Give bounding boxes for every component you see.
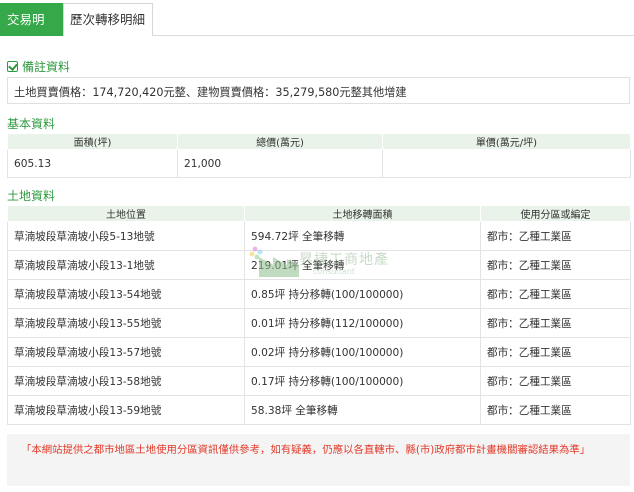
column-header: 土地移轉面積 — [244, 205, 481, 222]
land-location-cell: 草湳坡段草湳坡小段13-59地號 — [7, 395, 245, 425]
land-section-title: 土地資料 — [7, 189, 56, 203]
remark-text: 土地買賣價格：174,720,420元整、建物買賣價格：35,279,580元整… — [14, 86, 407, 99]
zoning-cell: 都市：乙種工業區 — [480, 337, 631, 367]
total-price-cell: 21,000 — [177, 149, 383, 178]
table-row: 草湳坡段草湳坡小段13-57地號 0.02坪 持分移轉(100/100000) … — [7, 337, 631, 367]
tab-bar: 交易明細 歷次轉移明細 — [0, 0, 634, 58]
table-header-row: 面積(坪) 總價(萬元) 單價(萬元/坪) — [7, 133, 631, 150]
land-location-cell: 草湳坡段草湳坡小段13-55地號 — [7, 308, 245, 338]
unit-price-cell — [382, 149, 631, 178]
transfer-area-cell: 219.01坪 全筆移轉 — [244, 250, 481, 280]
table-row: 草湳坡段草湳坡小段5-13地號 594.72坪 全筆移轉 都市：乙種工業區 — [7, 221, 631, 251]
zoning-cell: 都市：乙種工業區 — [480, 279, 631, 309]
table-row: 草湳坡段草湳坡小段13-58地號 0.17坪 持分移轉(100/100000) … — [7, 366, 631, 396]
zoning-disclaimer: 「本網站提供之都市地區土地使用分區資訊僅供參考，如有疑義，仍應以各直轄市、縣(市… — [7, 434, 630, 486]
transfer-area-cell: 0.85坪 持分移轉(100/100000) — [244, 279, 481, 309]
zoning-cell: 都市：乙種工業區 — [480, 366, 631, 396]
table-row: 草湳坡段草湳坡小段13-54地號 0.85坪 持分移轉(100/100000) … — [7, 279, 631, 309]
table-row: 草湳坡段草湳坡小段13-59地號 58.38坪 全筆移轉 都市：乙種工業區 — [7, 395, 631, 425]
land-location-cell: 草湳坡段草湳坡小段13-58地號 — [7, 366, 245, 396]
zoning-cell: 都市：乙種工業區 — [480, 250, 631, 280]
tab-transfer-history[interactable]: 歷次轉移明細 — [63, 3, 153, 36]
zoning-cell: 都市：乙種工業區 — [480, 221, 631, 251]
table-row: 605.13 21,000 — [7, 149, 631, 178]
table-row: 草湳坡段草湳坡小段13-55地號 0.01坪 持分移轉(112/100000) … — [7, 308, 631, 338]
transfer-area-cell: 0.02坪 持分移轉(100/100000) — [244, 337, 481, 367]
basic-section-title: 基本資料 — [7, 117, 56, 131]
column-header: 單價(萬元/坪) — [382, 133, 631, 150]
land-location-cell: 草湳坡段草湳坡小段13-1地號 — [7, 250, 245, 280]
zoning-cell: 都市：乙種工業區 — [480, 308, 631, 338]
column-header: 使用分區或編定 — [480, 205, 631, 222]
land-location-cell: 草湳坡段草湳坡小段5-13地號 — [7, 221, 245, 251]
transfer-area-cell: 0.01坪 持分移轉(112/100000) — [244, 308, 481, 338]
land-table: 土地位置 土地移轉面積 使用分區或編定 草湳坡段草湳坡小段5-13地號 594.… — [7, 205, 631, 425]
checkbox-icon — [7, 61, 18, 72]
transfer-area-cell: 0.17坪 持分移轉(100/100000) — [244, 366, 481, 396]
zoning-cell: 都市：乙種工業區 — [480, 395, 631, 425]
remark-box: 土地買賣價格：174,720,420元整、建物買賣價格：35,279,580元整… — [7, 77, 630, 104]
column-header: 總價(萬元) — [177, 133, 383, 150]
transfer-area-cell: 594.72坪 全筆移轉 — [244, 221, 481, 251]
remark-title-label: 備註資料 — [22, 60, 71, 74]
land-location-cell: 草湳坡段草湳坡小段13-57地號 — [7, 337, 245, 367]
table-row: 草湳坡段草湳坡小段13-1地號 219.01坪 全筆移轉 都市：乙種工業區 — [7, 250, 631, 280]
area-cell: 605.13 — [7, 149, 178, 178]
basic-table: 面積(坪) 總價(萬元) 單價(萬元/坪) 605.13 21,000 — [7, 133, 631, 178]
tab-transaction-details[interactable]: 交易明細 — [0, 3, 63, 58]
table-header-row: 土地位置 土地移轉面積 使用分區或編定 — [7, 205, 631, 222]
transfer-area-cell: 58.38坪 全筆移轉 — [244, 395, 481, 425]
remark-section-title: 備註資料 — [7, 58, 70, 75]
column-header: 面積(坪) — [7, 133, 178, 150]
land-location-cell: 草湳坡段草湳坡小段13-54地號 — [7, 279, 245, 309]
column-header: 土地位置 — [7, 205, 245, 222]
disclaimer-text: 「本網站提供之都市地區土地使用分區資訊僅供參考，如有疑義，仍應以各直轄市、縣(市… — [21, 444, 591, 456]
